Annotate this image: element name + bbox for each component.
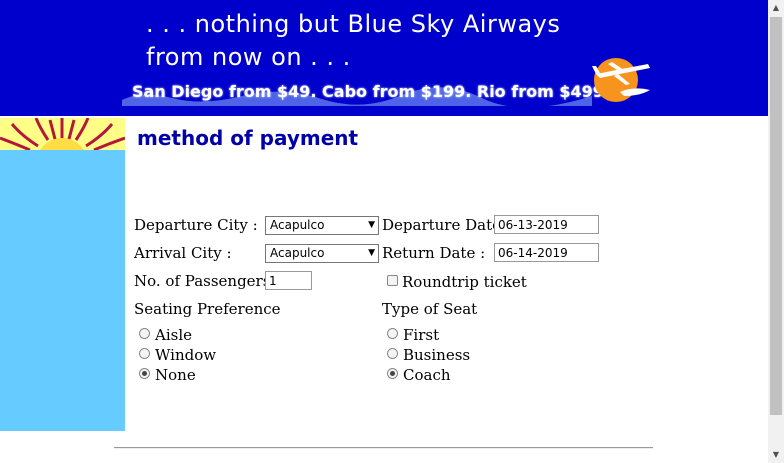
arrival-city-select[interactable]: Acapulco ▼	[265, 244, 379, 263]
roundtrip-checkbox[interactable]	[387, 275, 398, 286]
sun-rays-icon	[0, 118, 125, 150]
seat-business-label: Business	[403, 346, 471, 364]
seat-coach-radio[interactable]	[387, 368, 398, 379]
arrival-city-value: Acapulco	[270, 246, 325, 260]
tagline-line1: . . . nothing but Blue Sky Airways	[146, 10, 561, 38]
arrival-city-label: Arrival City :	[134, 244, 232, 262]
dropdown-arrow-icon: ▼	[368, 248, 375, 258]
roundtrip-label: Roundtrip ticket	[402, 273, 527, 291]
seat-aisle-radio[interactable]	[139, 328, 150, 339]
departure-city-label: Departure City :	[134, 216, 258, 234]
seat-coach-label: Coach	[403, 366, 451, 384]
seat-business-radio[interactable]	[387, 348, 398, 359]
scroll-down-arrow-icon[interactable]: ▼	[768, 447, 784, 463]
promo-text: San Diego from $49. Cabo from $199. Rio …	[132, 82, 610, 101]
tagline-line2: from now on . . .	[146, 43, 351, 71]
seat-none-label: None	[155, 366, 196, 384]
sun-graphic	[0, 118, 125, 150]
seat-aisle-label: Aisle	[155, 326, 193, 344]
seat-window-radio[interactable]	[139, 348, 150, 359]
seat-window-label: Window	[155, 346, 217, 364]
seat-first-radio[interactable]	[387, 328, 398, 339]
departure-date-label: Departure Date :	[382, 216, 511, 234]
left-sidebar	[0, 150, 125, 431]
passengers-label: No. of Passengers :	[134, 272, 281, 290]
dropdown-arrow-icon: ▼	[368, 220, 375, 230]
scroll-thumb[interactable]	[770, 17, 782, 415]
return-date-label: Return Date :	[382, 244, 486, 262]
seat-none-radio[interactable]	[139, 368, 150, 379]
return-date-input[interactable]: 06-14-2019	[494, 243, 599, 262]
seating-preference-title: Seating Preference	[134, 300, 281, 318]
seat-first-label: First	[403, 326, 440, 344]
passengers-input[interactable]: 1	[265, 271, 312, 290]
header-banner: . . . nothing but Blue Sky Airways from …	[0, 0, 768, 116]
scroll-up-arrow-icon[interactable]: ▲	[768, 0, 784, 16]
departure-date-input[interactable]: 06-13-2019	[494, 215, 599, 234]
departure-city-select[interactable]: Acapulco ▼	[265, 216, 379, 235]
divider	[114, 447, 653, 449]
vertical-scrollbar[interactable]: ▲ ▼	[768, 0, 784, 463]
departure-city-value: Acapulco	[270, 218, 325, 232]
page-title: method of payment	[137, 126, 359, 150]
seat-type-title: Type of Seat	[382, 300, 478, 318]
airplane-sun-logo-icon	[592, 58, 650, 102]
